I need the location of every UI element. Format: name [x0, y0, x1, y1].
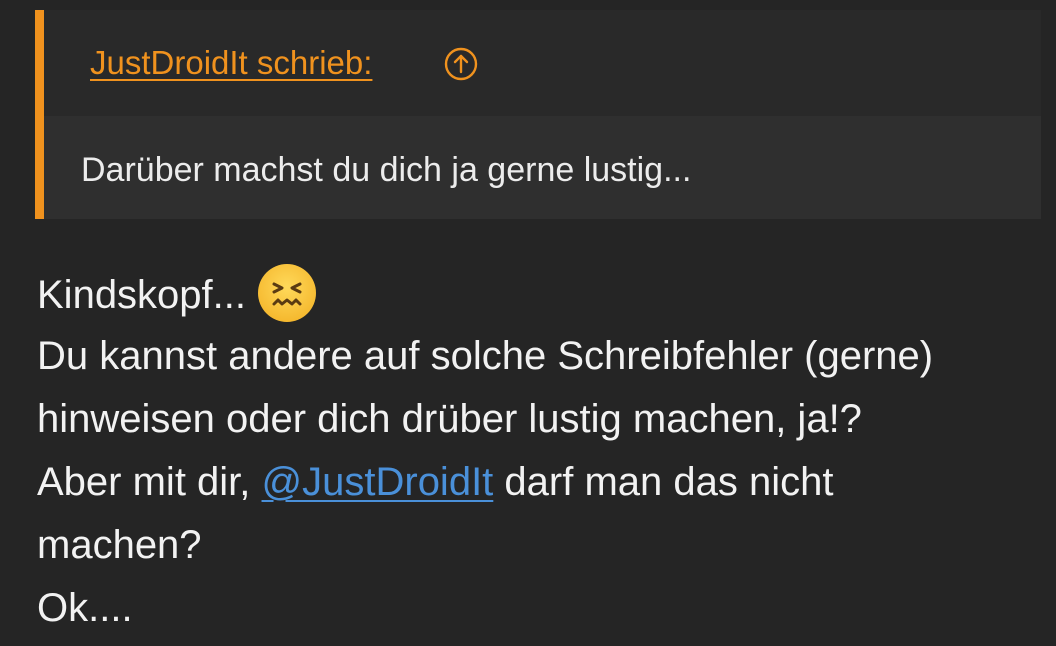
- post-text: Aber mit dir,: [37, 460, 262, 504]
- post-line: Ok....: [37, 586, 133, 630]
- quote-block: JustDroidIt schrieb: Darüber machst du d…: [35, 10, 1041, 219]
- user-mention-link[interactable]: @JustDroidIt: [262, 460, 494, 504]
- post-line: Kindskopf...: [37, 262, 1047, 325]
- post-line: machen?: [37, 523, 202, 567]
- quote-text: Darüber machst du dich ja gerne lustig..…: [81, 151, 692, 189]
- post-line: Aber mit dir, @JustDroidIt darf man das …: [37, 451, 1047, 514]
- post-content: Kindskopf... Du kannst andere auf solche…: [37, 262, 1047, 640]
- post-line: hinweisen oder dich drüber lustig machen…: [37, 397, 862, 441]
- quote-body: Darüber machst du dich ja gerne lustig..…: [44, 116, 1041, 219]
- arrow-up-circle-icon[interactable]: [444, 47, 478, 81]
- quote-author-link[interactable]: JustDroidIt schrieb:: [90, 44, 372, 82]
- post-text: darf man das nicht: [493, 460, 834, 504]
- post-text: Kindskopf...: [37, 273, 247, 317]
- quote-accent-bar: [35, 10, 44, 219]
- confounded-face-icon: [258, 264, 317, 322]
- quote-header: JustDroidIt schrieb:: [44, 10, 1041, 116]
- post-line: Du kannst andere auf solche Schreibfehle…: [37, 334, 934, 378]
